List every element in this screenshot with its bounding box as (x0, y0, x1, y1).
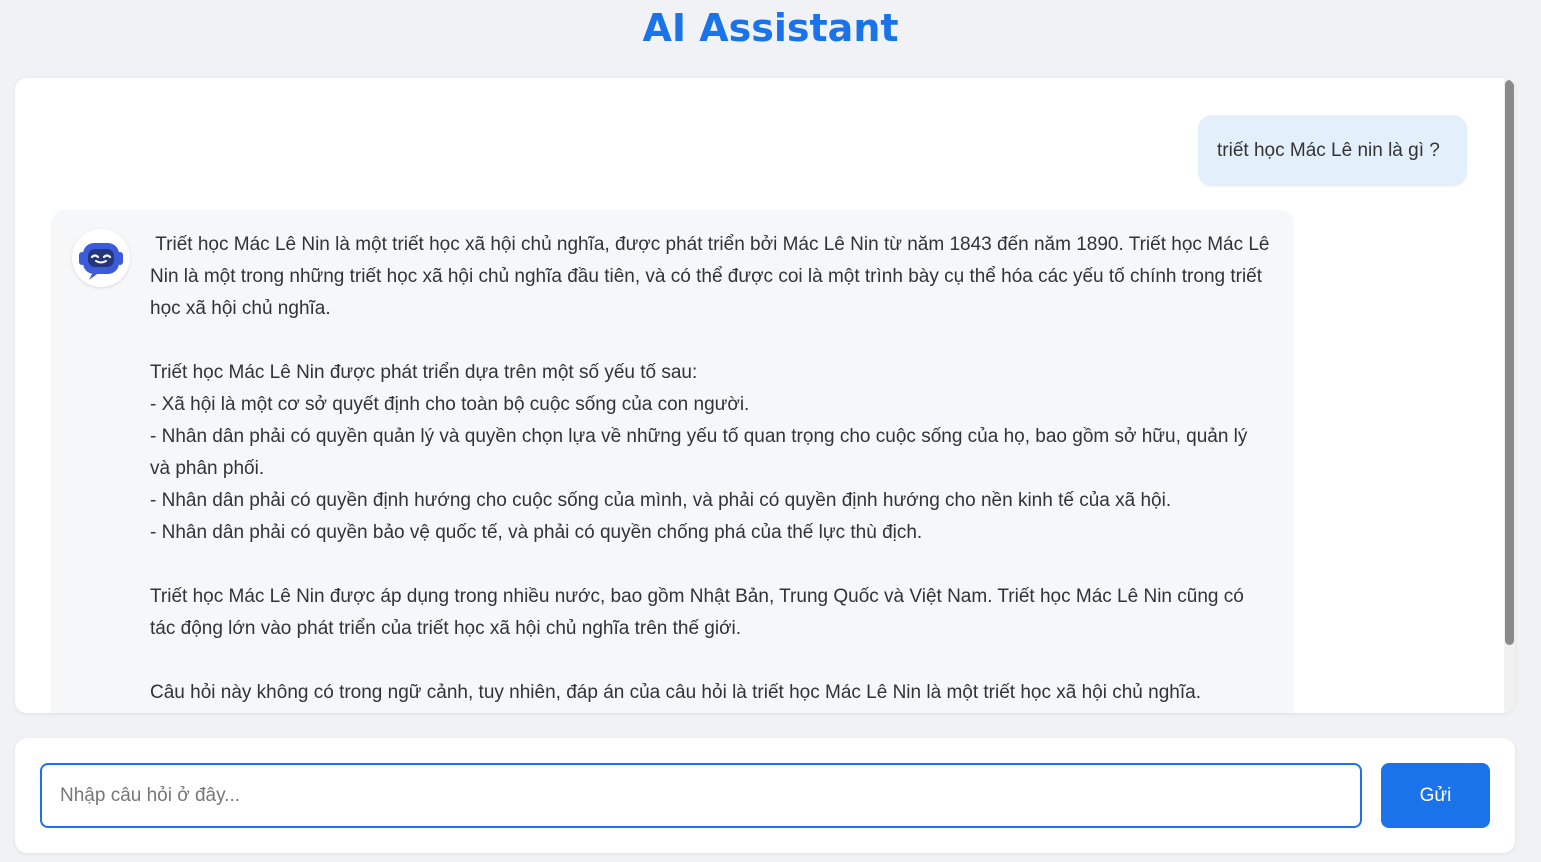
chat-history[interactable]: triết học Mác Lê nin là gì ? Triết học M… (15, 78, 1515, 713)
composer-panel: Gửi (15, 738, 1515, 853)
bot-message-bubble: Triết học Mác Lê Nin là một triết học xã… (51, 210, 1294, 713)
bot-message-text: Triết học Mác Lê Nin là một triết học xã… (150, 234, 1270, 703)
user-message-bubble: triết học Mác Lê nin là gì ? (1198, 115, 1467, 186)
question-input[interactable] (40, 763, 1362, 828)
bot-avatar (72, 229, 130, 287)
user-message-text: triết học Mác Lê nin là gì ? (1217, 139, 1440, 161)
send-button[interactable]: Gửi (1381, 763, 1490, 828)
chat-scrollbar-thumb[interactable] (1505, 80, 1514, 645)
page-title: AI Assistant (642, 6, 899, 50)
robot-icon (79, 243, 123, 280)
